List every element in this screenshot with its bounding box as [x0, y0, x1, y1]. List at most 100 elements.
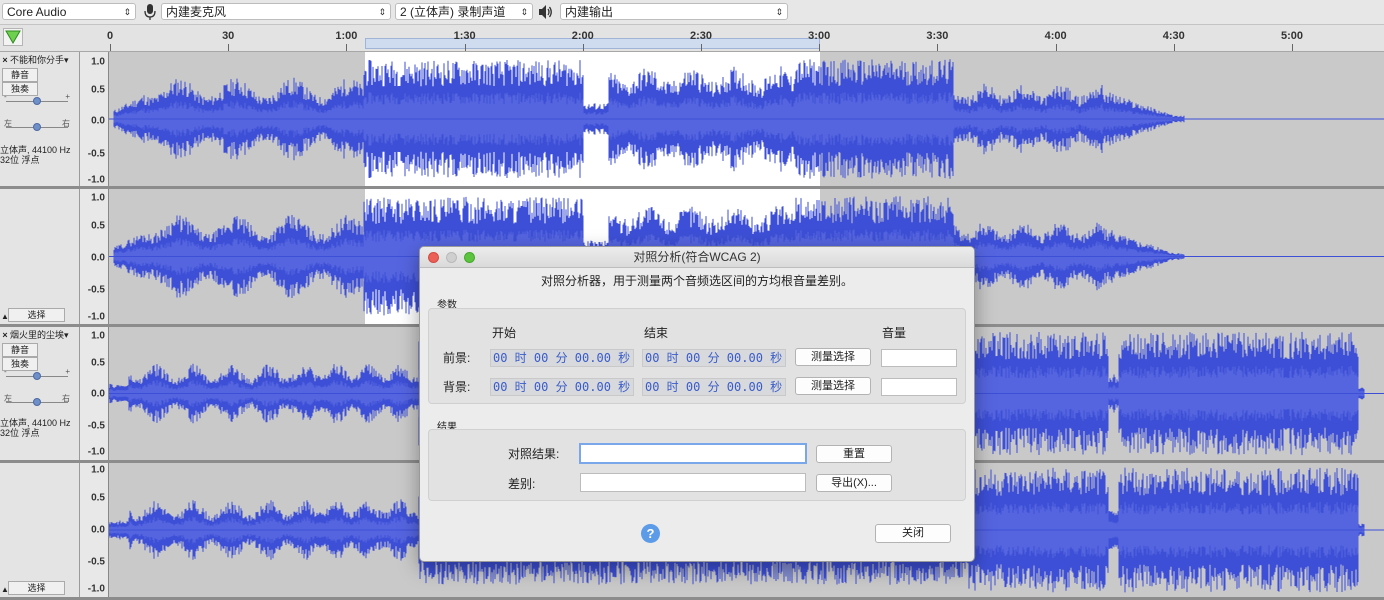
dialog-titlebar[interactable]: 对照分析(符合WCAG 2) [420, 247, 974, 268]
column-end-label: 结束 [644, 326, 669, 340]
audio-host-select[interactable]: Core Audio ⇕ [2, 3, 136, 20]
results-group: 对照结果: 重置 差别: 导出(X)... [428, 429, 966, 501]
gain-plus-label: + [65, 92, 70, 101]
ruler-tick-label: 1:00 [335, 30, 358, 42]
chevron-updown-icon: ⇕ [520, 7, 528, 17]
close-button[interactable]: 关闭 [875, 524, 951, 543]
gain-knob[interactable] [33, 372, 41, 380]
measure-background-button[interactable]: 测量选择 [795, 377, 871, 395]
help-icon[interactable]: ? [641, 524, 660, 543]
contrast-analysis-dialog: 对照分析(符合WCAG 2) 对照分析器，用于测量两个音频选区间的方均根音量差别… [419, 246, 975, 562]
close-icon[interactable]: × [0, 54, 10, 67]
scale-label: -1.0 [87, 174, 105, 186]
scale-label: 0.0 [91, 252, 105, 264]
scale-label: 1.0 [91, 464, 105, 476]
dialog-description: 对照分析器，用于测量两个音频选区间的方均根音量差别。 [540, 274, 853, 288]
contrast-result-field[interactable] [579, 443, 807, 464]
chevron-updown-icon: ⇕ [123, 7, 131, 17]
waveform-channel-left[interactable] [109, 52, 1384, 186]
scale-label: 1.0 [91, 56, 105, 68]
timeline-ruler[interactable]: 0 30 1:00 1:30 2:00 2:30 3:00 3:30 4:00 4:30 5:00 [0, 25, 1384, 52]
reset-button[interactable]: 重置 [816, 445, 892, 463]
dialog-title: 对照分析(符合WCAG 2) [633, 250, 761, 264]
gain-slider[interactable]: - + [4, 367, 70, 381]
ruler-tick-label: 5:00 [1280, 30, 1304, 42]
ruler-tick-label: 2:30 [689, 30, 713, 42]
difference-field[interactable] [580, 473, 806, 492]
ruler-tick-label: 3:00 [808, 30, 831, 42]
dropdown-arrow-icon: ▾ [64, 330, 69, 340]
track-select-button[interactable]: 选择 [8, 308, 65, 322]
track-name-menu[interactable]: × 不能和你分手▾ [0, 54, 80, 67]
ruler-tick-label: 3:30 [926, 30, 949, 42]
speaker-icon [539, 5, 552, 19]
scale-label: -1.0 [87, 583, 105, 595]
background-start-time-field[interactable]: 00 时 00 分 00.00 秒 [490, 378, 634, 396]
scale-label: 1.0 [91, 192, 105, 204]
scale-label: 0.5 [91, 84, 105, 96]
track-select-button[interactable]: 选择 [8, 581, 65, 595]
ruler-tick-label: 0 [106, 30, 114, 42]
pan-knob[interactable] [33, 398, 41, 406]
scale-label: -1.0 [87, 311, 105, 323]
amplitude-scale: 1.0 0.5 0.0 -0.5 -1.0 [80, 189, 109, 324]
playback-device-select[interactable]: 内建输出 ⇕ [560, 3, 788, 20]
ruler-tick-mark [346, 44, 348, 51]
gain-minus-label: - [4, 367, 7, 376]
ruler-tick-mark [701, 44, 702, 51]
gain-knob[interactable] [33, 97, 41, 105]
ruler-tick-label: 4:30 [1162, 30, 1185, 42]
export-button[interactable]: 导出(X)... [816, 474, 892, 492]
chevron-updown-icon: ⇕ [775, 7, 783, 17]
contrast-result-label: 对照结果: [508, 447, 560, 461]
foreground-volume-field[interactable] [881, 349, 957, 367]
solo-button[interactable]: 独奏 [2, 357, 38, 371]
pan-knob[interactable] [33, 123, 41, 131]
pan-slider[interactable]: 左 右 [4, 394, 70, 407]
ruler-tick-mark [228, 44, 230, 51]
track-format: 立体声, 44100 Hz [0, 145, 71, 155]
dropdown-arrow-icon: ▾ [64, 55, 69, 65]
mute-button[interactable]: 静音 [2, 343, 38, 357]
play-head-triangle-icon [5, 30, 21, 44]
play-head-button[interactable] [3, 28, 23, 46]
chevron-updown-icon: ⇕ [378, 7, 386, 17]
scale-label: 0.5 [91, 492, 105, 504]
track-bitdepth: 32位 浮点 [0, 155, 40, 165]
gain-slider[interactable]: - + [4, 92, 70, 106]
track-info: 立体声, 44100 Hz 32位 浮点 [0, 418, 80, 438]
scale-label: 0.5 [91, 357, 105, 369]
track-name-menu[interactable]: × 烟火里的尘埃▾ [0, 329, 80, 342]
close-icon[interactable]: × [0, 329, 10, 342]
mute-button[interactable]: 静音 [2, 68, 38, 82]
scale-label: -1.0 [87, 446, 105, 458]
scale-label: 1.0 [91, 330, 105, 342]
recording-channels-select[interactable]: 2 (立体声) 录制声道 ⇕ [395, 3, 533, 20]
amplitude-scale: 1.0 0.5 0.0 -0.5 -1.0 [80, 52, 109, 186]
ruler-tick-mark [1292, 44, 1293, 51]
ruler-tick-mark [1173, 44, 1175, 51]
device-toolbar: Core Audio ⇕ 内建麦克风 ⇕ 2 (立体声) 录制声道 ⇕ 内建输出 ⇕ [0, 0, 1384, 25]
scale-label: 0.5 [91, 220, 105, 232]
column-volume-label: 音量 [882, 326, 907, 340]
pan-slider[interactable]: 左 右 [4, 119, 70, 132]
foreground-start-time-field[interactable]: 00 时 00 分 00.00 秒 [490, 349, 634, 367]
measure-foreground-button[interactable]: 测量选择 [795, 348, 871, 366]
recording-device-select[interactable]: 内建麦克风 ⇕ [161, 3, 391, 20]
track-name: 不能和你分手 [10, 55, 65, 65]
scale-label: 0.0 [91, 388, 105, 400]
recording-channels-value: 2 (立体声) 录制声道 [400, 5, 506, 19]
foreground-end-time-field[interactable]: 00 时 00 分 00.00 秒 [642, 349, 786, 367]
scale-label: 0.0 [91, 115, 105, 127]
ruler-tick-mark [937, 44, 939, 51]
amplitude-scale: 1.0 0.5 0.0 -0.5 -1.0 [80, 463, 109, 597]
scale-label: -0.5 [87, 420, 105, 432]
gain-plus-label: + [65, 367, 70, 376]
ruler-tick-mark [464, 44, 466, 51]
column-start-label: 开始 [492, 326, 517, 340]
track-info: 立体声, 44100 Hz 32位 浮点 [0, 145, 80, 165]
background-volume-field[interactable] [881, 378, 957, 396]
solo-button[interactable]: 独奏 [2, 82, 38, 96]
background-end-time-field[interactable]: 00 时 00 分 00.00 秒 [642, 378, 786, 396]
foreground-label: 前景: [443, 351, 471, 365]
